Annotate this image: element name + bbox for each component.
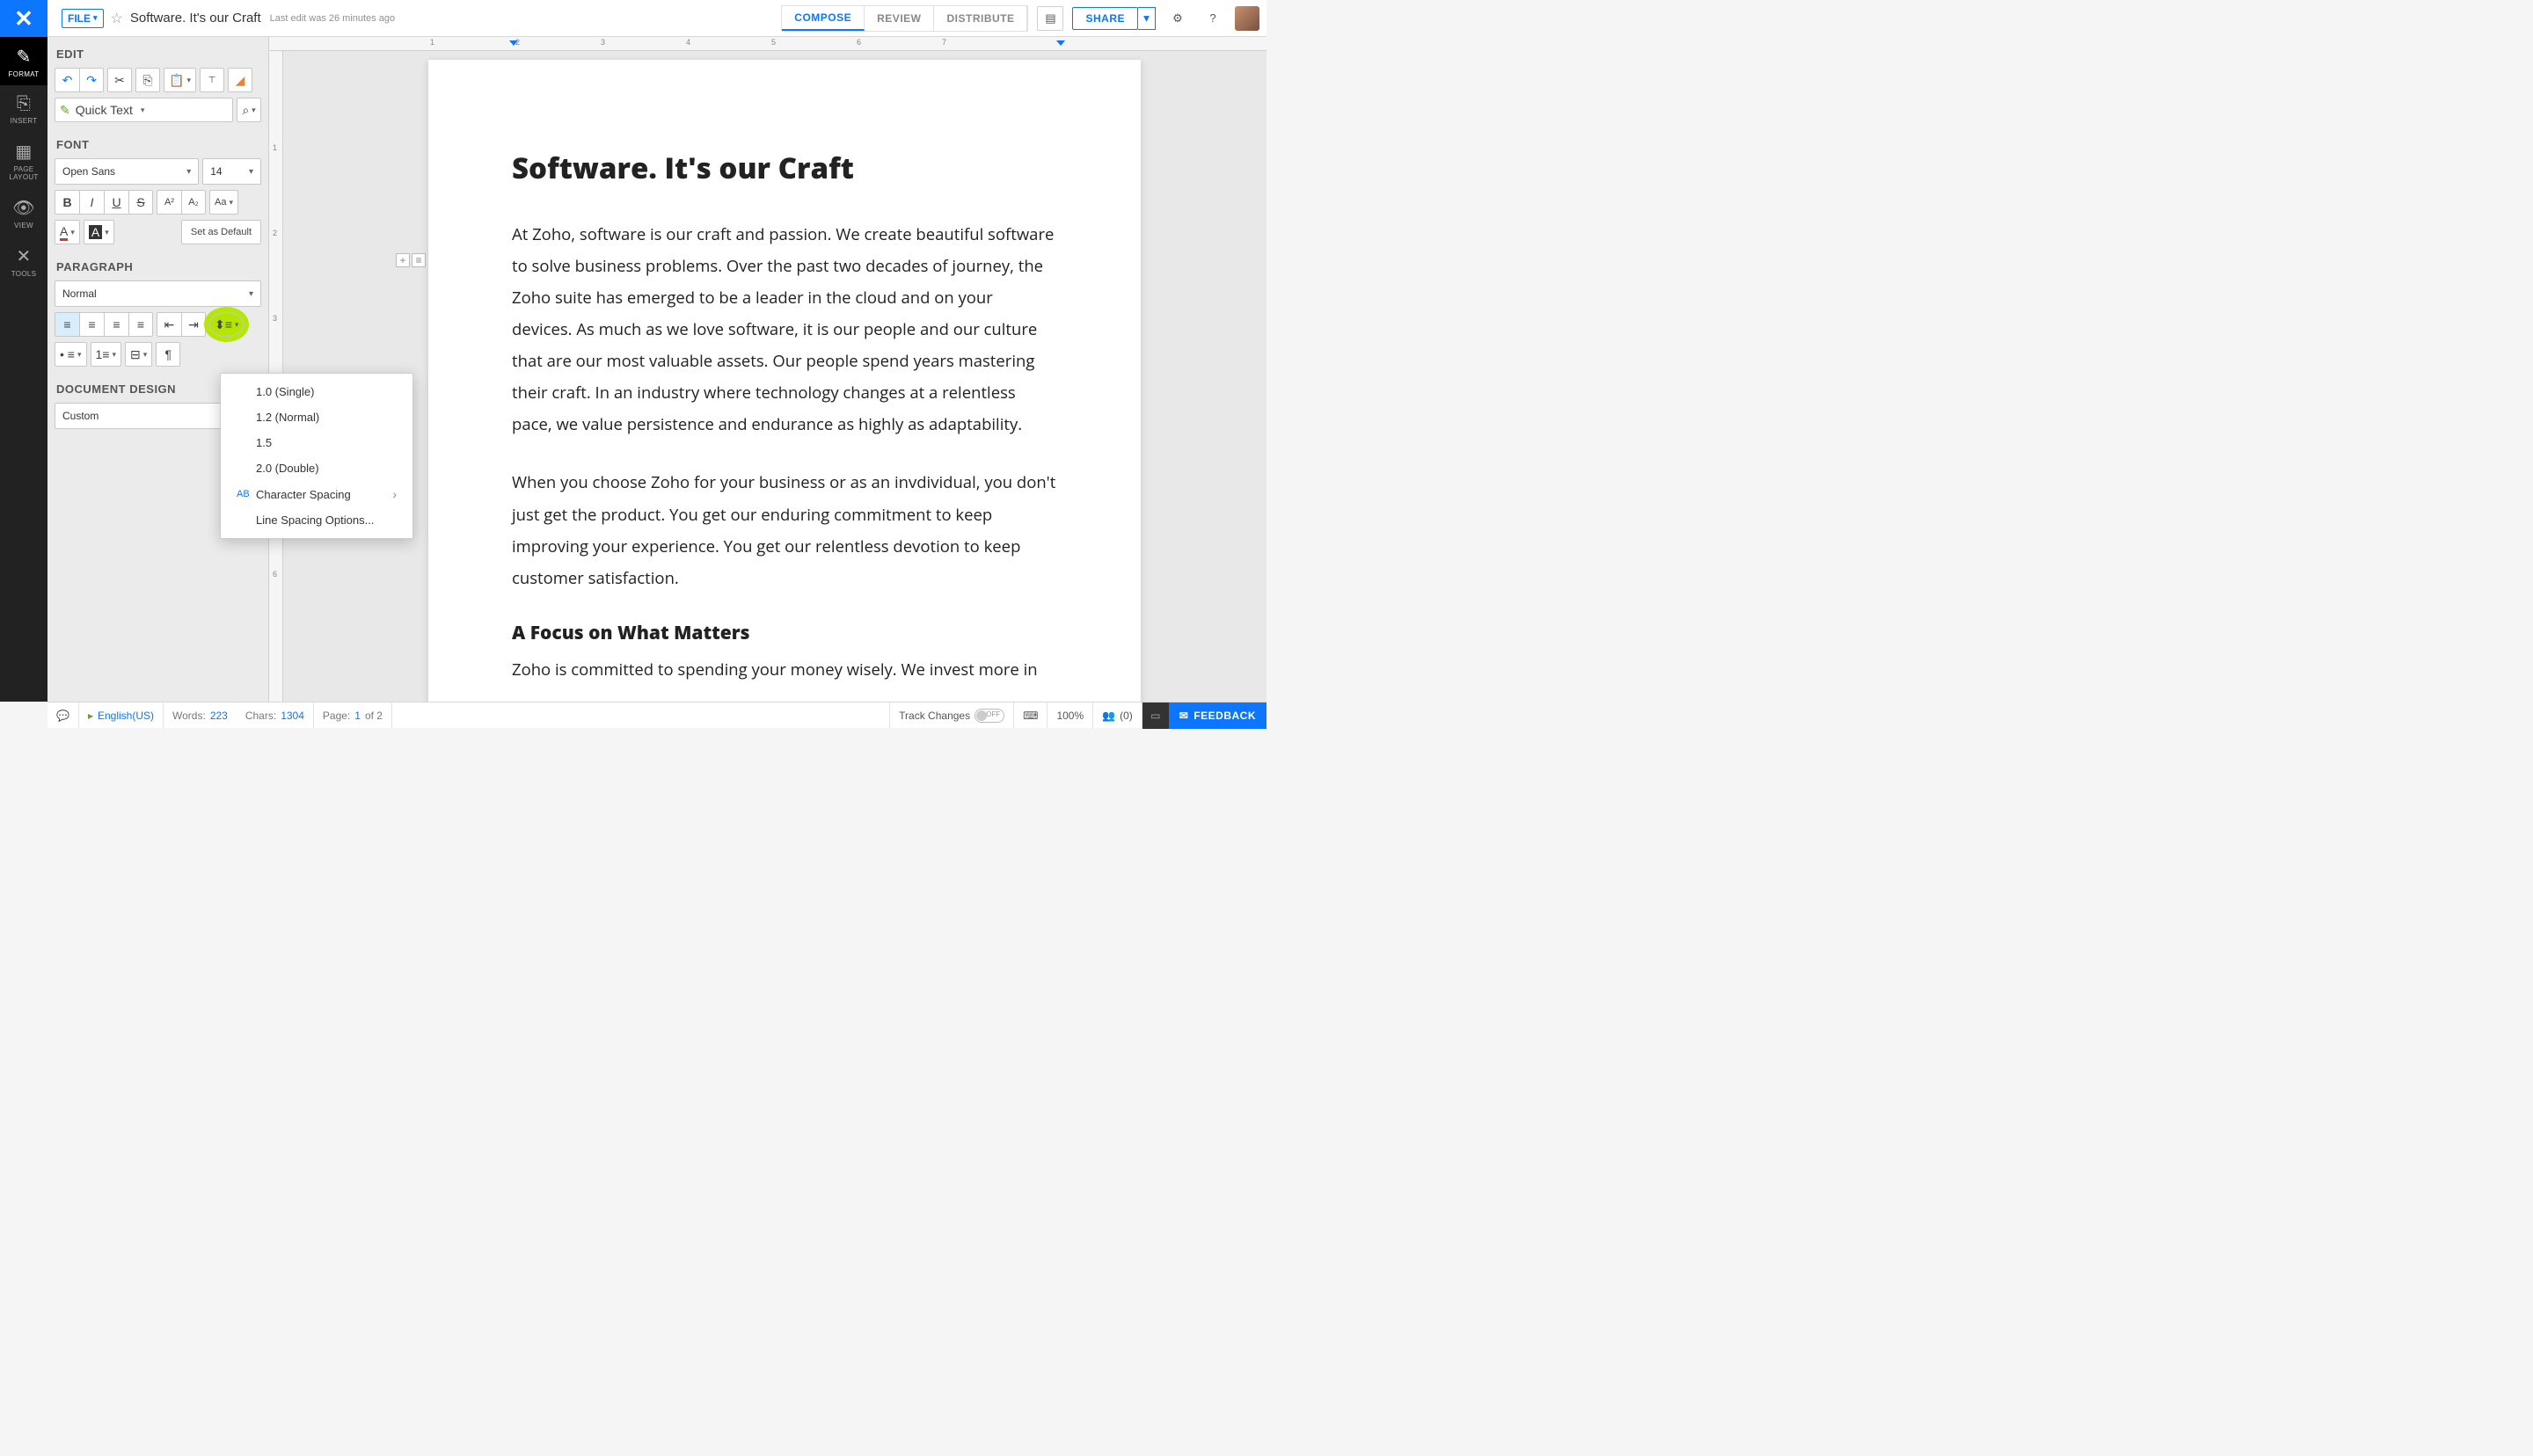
words-count[interactable]: Words:223 bbox=[164, 703, 237, 729]
align-justify-button[interactable]: ≡ bbox=[128, 312, 153, 337]
spacing-1-0[interactable]: 1.0 (Single) bbox=[221, 379, 412, 404]
add-above-handle[interactable]: + bbox=[396, 253, 410, 267]
font-heading: FONT bbox=[47, 127, 268, 158]
redo-button[interactable]: ↷ bbox=[79, 68, 104, 92]
horizontal-ruler[interactable]: 1 2 3 4 5 6 7 bbox=[269, 37, 1266, 51]
superscript-button[interactable]: A² bbox=[157, 190, 181, 215]
doc-heading-1[interactable]: Software. It's our Craft bbox=[512, 148, 1057, 187]
align-left-button[interactable]: ≡ bbox=[55, 312, 79, 337]
copy-button[interactable]: ⎘ bbox=[135, 68, 160, 92]
status-bar: 💬 ▸English(US) Words:223 Chars:1304 Page… bbox=[47, 702, 1266, 728]
spacing-1-5[interactable]: 1.5 bbox=[221, 430, 412, 455]
rail-insert[interactable]: ⎘INSERT bbox=[0, 85, 47, 132]
share-dropdown[interactable]: ▾ bbox=[1138, 7, 1156, 30]
collaborators-count[interactable]: 👥 (0) bbox=[1093, 703, 1142, 729]
right-indent-marker[interactable] bbox=[1056, 40, 1065, 46]
multilevel-list-button[interactable]: ⊟ bbox=[125, 342, 152, 367]
cut-button[interactable]: ✂ bbox=[107, 68, 132, 92]
align-center-button[interactable]: ≡ bbox=[79, 312, 104, 337]
quick-text-dropdown[interactable]: ✎Quick Text bbox=[55, 98, 233, 122]
user-avatar[interactable] bbox=[1235, 6, 1259, 31]
italic-button[interactable]: I bbox=[79, 190, 104, 215]
page-indicator[interactable]: Page:1of 2 bbox=[314, 703, 392, 729]
page-layout-icon: ▦ bbox=[0, 141, 47, 163]
indent-decrease-button[interactable]: ⇤ bbox=[157, 312, 181, 337]
clear-format-button[interactable]: ◢ bbox=[228, 68, 252, 92]
paragraph-handle[interactable]: ≡ bbox=[412, 253, 426, 267]
doc-paragraph-2[interactable]: When you choose Zoho for your business o… bbox=[512, 467, 1057, 593]
line-spacing-button[interactable]: ⬍≡ bbox=[209, 312, 244, 337]
indent-increase-button[interactable]: ⇥ bbox=[181, 312, 206, 337]
star-icon[interactable]: ☆ bbox=[111, 10, 123, 27]
line-spacing-popup: 1.0 (Single) 1.2 (Normal) 1.5 2.0 (Doubl… bbox=[220, 373, 413, 539]
language-button[interactable]: ▸English(US) bbox=[79, 703, 164, 729]
file-menu-button[interactable]: FILE▾ bbox=[62, 9, 104, 28]
character-spacing-submenu[interactable]: A͏BCharacter Spacing bbox=[221, 481, 412, 507]
tab-compose[interactable]: COMPOSE bbox=[782, 6, 865, 31]
help-icon[interactable]: ? bbox=[1200, 6, 1226, 31]
feedback-button[interactable]: ✉ FEEDBACK bbox=[1169, 703, 1266, 729]
highlight-color-button[interactable]: A bbox=[84, 220, 114, 244]
paragraph-style-select[interactable]: Normal bbox=[55, 280, 261, 307]
rail-format[interactable]: ✎FORMAT bbox=[0, 37, 47, 85]
edit-heading: EDIT bbox=[47, 37, 268, 68]
paste-button[interactable]: 📋 bbox=[164, 68, 196, 92]
tools-icon: ✕ bbox=[0, 245, 47, 267]
last-edit-text: Last edit was 26 minutes ago bbox=[270, 13, 395, 24]
topbar: FILE▾ ☆ Software. It's our Craft Last ed… bbox=[0, 0, 1266, 37]
rail-tools[interactable]: ✕TOOLS bbox=[0, 237, 47, 285]
zoom-level[interactable]: 100% bbox=[1048, 703, 1093, 729]
line-spacing-options[interactable]: Line Spacing Options... bbox=[221, 507, 412, 533]
insert-icon: ⎘ bbox=[0, 94, 47, 114]
set-default-button[interactable]: Set as Default bbox=[181, 220, 261, 244]
font-color-button[interactable]: A bbox=[55, 220, 80, 244]
doc-heading-2[interactable]: A Focus on What Matters bbox=[512, 621, 1057, 645]
numbered-list-button[interactable]: 1≡ bbox=[91, 342, 122, 367]
share-button[interactable]: SHARE bbox=[1072, 7, 1138, 30]
bullet-list-button[interactable]: • ≡ bbox=[55, 342, 87, 367]
find-replace-button[interactable]: ⌕ bbox=[237, 98, 261, 122]
char-spacing-icon: A͏B bbox=[237, 489, 249, 499]
page[interactable]: Software. It's our Craft At Zoho, softwa… bbox=[428, 60, 1141, 702]
format-painter-button[interactable]: ⊤ bbox=[200, 68, 224, 92]
underline-button[interactable]: U bbox=[104, 190, 128, 215]
document-title[interactable]: Software. It's our Craft bbox=[130, 11, 261, 25]
rail-view[interactable]: 👁VIEW bbox=[0, 188, 47, 237]
bold-button[interactable]: B bbox=[55, 190, 79, 215]
doc-paragraph-1[interactable]: At Zoho, software is our craft and passi… bbox=[512, 219, 1057, 440]
chat-icon[interactable]: 💬 bbox=[47, 703, 79, 729]
format-panel: EDIT ↶ ↷ ✂ ⎘ 📋 ⊤ ◢ ✎Quick Text ⌕ FONT Op… bbox=[47, 37, 269, 702]
settings-icon[interactable]: ⚙ bbox=[1164, 6, 1191, 31]
comments-icon[interactable]: ▤ bbox=[1037, 6, 1063, 31]
app-logo[interactable]: ✕ bbox=[0, 0, 47, 37]
doc-paragraph-3[interactable]: Zoho is committed to spending your money… bbox=[512, 654, 1057, 686]
paragraph-heading: PARAGRAPH bbox=[47, 250, 268, 280]
align-right-button[interactable]: ≡ bbox=[104, 312, 128, 337]
tab-distribute[interactable]: DISTRIBUTE bbox=[934, 6, 1027, 31]
strikethrough-button[interactable]: S bbox=[128, 190, 153, 215]
keyboard-icon[interactable]: ⌨ bbox=[1014, 703, 1048, 729]
format-icon: ✎ bbox=[0, 46, 47, 68]
font-size-select[interactable]: 14 bbox=[202, 158, 261, 185]
view-icon: 👁 bbox=[0, 197, 47, 219]
spacing-1-2[interactable]: 1.2 (Normal) bbox=[221, 404, 412, 430]
font-family-select[interactable]: Open Sans bbox=[55, 158, 199, 185]
show-pilcrow-button[interactable]: ¶ bbox=[156, 342, 180, 367]
undo-button[interactable]: ↶ bbox=[55, 68, 79, 92]
tab-review[interactable]: REVIEW bbox=[865, 6, 934, 31]
left-rail: ✎FORMAT ⎘INSERT ▦PAGE LAYOUT 👁VIEW ✕TOOL… bbox=[0, 37, 47, 702]
subscript-button[interactable]: A₂ bbox=[181, 190, 206, 215]
text-case-button[interactable]: Aa bbox=[209, 190, 238, 215]
canvas[interactable]: + ≡ Software. It's our Craft At Zoho, so… bbox=[283, 51, 1266, 702]
spacing-2-0[interactable]: 2.0 (Double) bbox=[221, 455, 412, 481]
track-changes-toggle[interactable]: Track ChangesOFF bbox=[889, 703, 1014, 729]
rail-page-layout[interactable]: ▦PAGE LAYOUT bbox=[0, 132, 47, 188]
activity-icon[interactable]: ▭ bbox=[1142, 703, 1169, 729]
chars-count[interactable]: Chars:1304 bbox=[237, 703, 314, 729]
